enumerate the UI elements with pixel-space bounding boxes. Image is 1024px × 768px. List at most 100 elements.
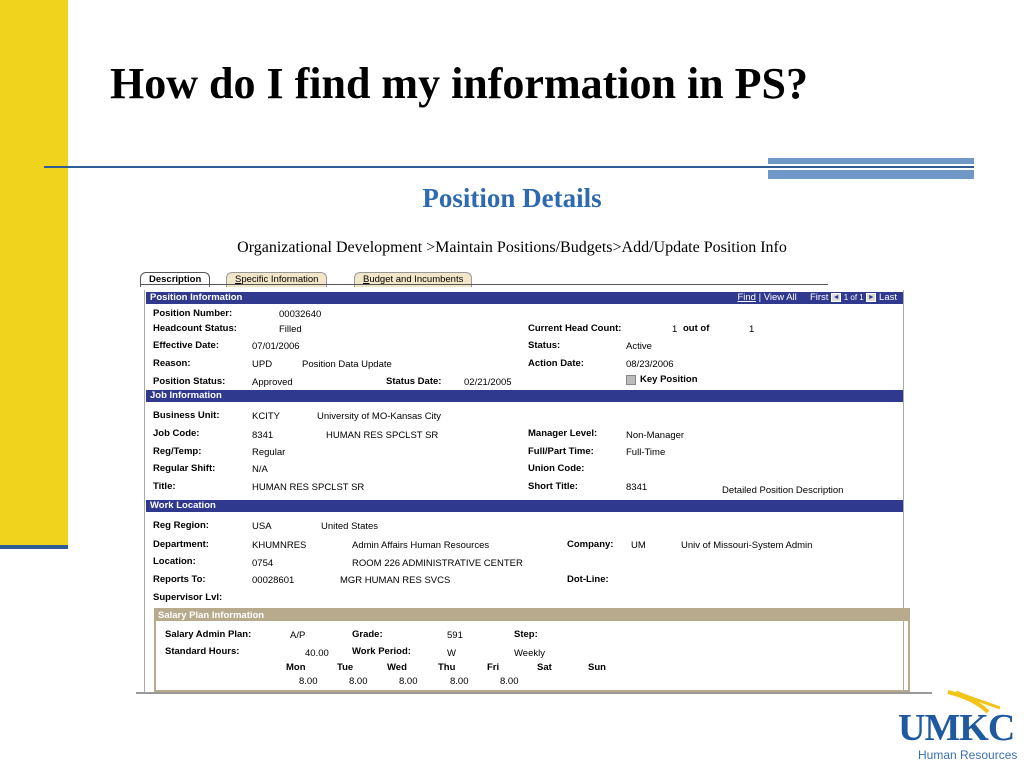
tab-underline [140, 284, 828, 285]
page-count: 1 of 1 [843, 293, 864, 302]
work-period-desc: Weekly [514, 648, 545, 659]
first-link[interactable]: First [810, 292, 828, 303]
slide-title: How do I find my information in PS? [110, 59, 808, 108]
reports-to-desc: MGR HUMAN RES SVCS [340, 575, 451, 586]
reg-region-value: USA [252, 521, 272, 532]
union-code-label: Union Code: [528, 463, 585, 474]
short-title-value: 8341 [626, 482, 648, 493]
regular-shift-label: Regular Shift: [153, 463, 216, 474]
company-value: UM [631, 540, 646, 551]
key-position-checkbox[interactable] [626, 375, 636, 385]
accent-bar [768, 170, 974, 179]
business-unit-value: KCITY [252, 411, 280, 422]
action-date-value: 08/23/2006 [626, 359, 674, 370]
hours-wed: 8.00 [399, 676, 418, 687]
standard-hours-value: 40.00 [305, 648, 329, 659]
out-of-value: 1 [749, 324, 755, 335]
hours-tue: 8.00 [349, 676, 368, 687]
day-header-mon: Mon [286, 662, 306, 673]
reg-temp-label: Reg/Temp: [153, 446, 202, 457]
view-all-link[interactable]: View All [764, 292, 797, 303]
reg-temp-value: Regular [252, 447, 286, 458]
salary-plan-header: Salary Plan Information [156, 610, 908, 621]
next-arrow-icon[interactable]: ► [866, 292, 877, 302]
row-navigation: Find | View All First ◄ 1 of 1 ► Last [737, 292, 897, 304]
position-status-value: Approved [252, 377, 293, 388]
status-label: Status: [528, 340, 561, 351]
logo-subtitle: Human Resources [918, 748, 1018, 762]
day-header-fri: Fri [487, 662, 500, 673]
day-header-tue: Tue [337, 662, 354, 673]
location-value: 0754 [252, 558, 274, 569]
effective-date-label: Effective Date: [153, 340, 219, 351]
yellow-side-bar [0, 0, 68, 548]
job-code-value: 8341 [252, 430, 274, 441]
reg-region-desc: United States [321, 521, 379, 532]
position-info-header: Position Information Find | View All Fir… [146, 292, 903, 304]
regular-shift-value: N/A [252, 464, 268, 475]
side-rule [0, 545, 68, 549]
title-label: Title: [153, 481, 176, 492]
section-title: Position Information [150, 292, 243, 303]
effective-date-value: 07/01/2006 [252, 341, 300, 352]
reason-label: Reason: [153, 358, 191, 369]
title-rule [44, 166, 974, 168]
current-head-count-value: 1 [672, 324, 678, 335]
action-date-label: Action Date: [528, 358, 584, 369]
find-link[interactable]: Find [737, 292, 755, 303]
short-title-label: Short Title: [528, 481, 578, 492]
hours-mon: 8.00 [299, 676, 318, 687]
salary-admin-plan-label: Salary Admin Plan: [165, 629, 252, 640]
position-number-label: Position Number: [153, 308, 233, 319]
job-code-desc: HUMAN RES SPCLST SR [326, 430, 439, 441]
navigation-path: Organizational Development >Maintain Pos… [237, 239, 787, 256]
umkc-logo: UMKC [898, 707, 1015, 749]
day-header-wed: Wed [387, 662, 407, 673]
prev-arrow-icon[interactable]: ◄ [831, 292, 842, 302]
day-header-sat: Sat [537, 662, 552, 673]
job-code-label: Job Code: [153, 428, 200, 439]
slide-subtitle: Position Details [422, 183, 602, 213]
full-part-time-label: Full/Part Time: [528, 446, 594, 457]
hours-fri: 8.00 [500, 676, 519, 687]
status-date-value: 02/21/2005 [464, 377, 512, 388]
reason-code-value: UPD [252, 359, 273, 370]
section-title: Work Location [150, 500, 216, 511]
grade-label: Grade: [352, 629, 383, 640]
headcount-status-label: Headcount Status: [153, 323, 237, 334]
title-value: HUMAN RES SPCLST SR [252, 482, 365, 493]
work-location-header: Work Location [146, 500, 903, 512]
company-desc: Univ of Missouri-System Admin [681, 540, 813, 551]
step-label: Step: [514, 629, 538, 640]
separator: | [758, 292, 762, 303]
accent-bar [768, 158, 974, 164]
location-desc: ROOM 226 ADMINISTRATIVE CENTER [352, 558, 523, 569]
business-unit-label: Business Unit: [153, 410, 220, 421]
company-label: Company: [567, 539, 614, 550]
reason-desc-value: Position Data Update [302, 359, 392, 370]
salary-admin-plan-value: A/P [290, 630, 306, 641]
grade-value: 591 [447, 630, 463, 641]
job-info-header: Job Information [146, 390, 903, 402]
full-part-time-value: Full-Time [626, 447, 666, 458]
status-date-label: Status Date: [386, 376, 442, 387]
reports-to-value: 00028601 [252, 575, 295, 586]
day-header-sun: Sun [588, 662, 606, 673]
department-value: KHUMNRES [252, 540, 307, 551]
location-label: Location: [153, 556, 196, 567]
reg-region-label: Reg Region: [153, 520, 209, 531]
department-desc: Admin Affairs Human Resources [352, 540, 490, 551]
detailed-description-link[interactable]: Detailed Position Description [722, 485, 843, 496]
key-position-label: Key Position [640, 374, 698, 385]
work-period-value: W [447, 648, 456, 659]
business-unit-desc: University of MO-Kansas City [317, 411, 442, 422]
position-status-label: Position Status: [153, 376, 226, 387]
manager-level-value: Non-Manager [626, 430, 685, 441]
section-title: Job Information [150, 390, 222, 401]
department-label: Department: [153, 539, 209, 550]
last-link[interactable]: Last [879, 292, 897, 303]
hours-thu: 8.00 [450, 676, 469, 687]
headcount-status-value: Filled [279, 324, 302, 335]
status-value: Active [626, 341, 652, 352]
dot-line-label: Dot-Line: [567, 574, 609, 585]
